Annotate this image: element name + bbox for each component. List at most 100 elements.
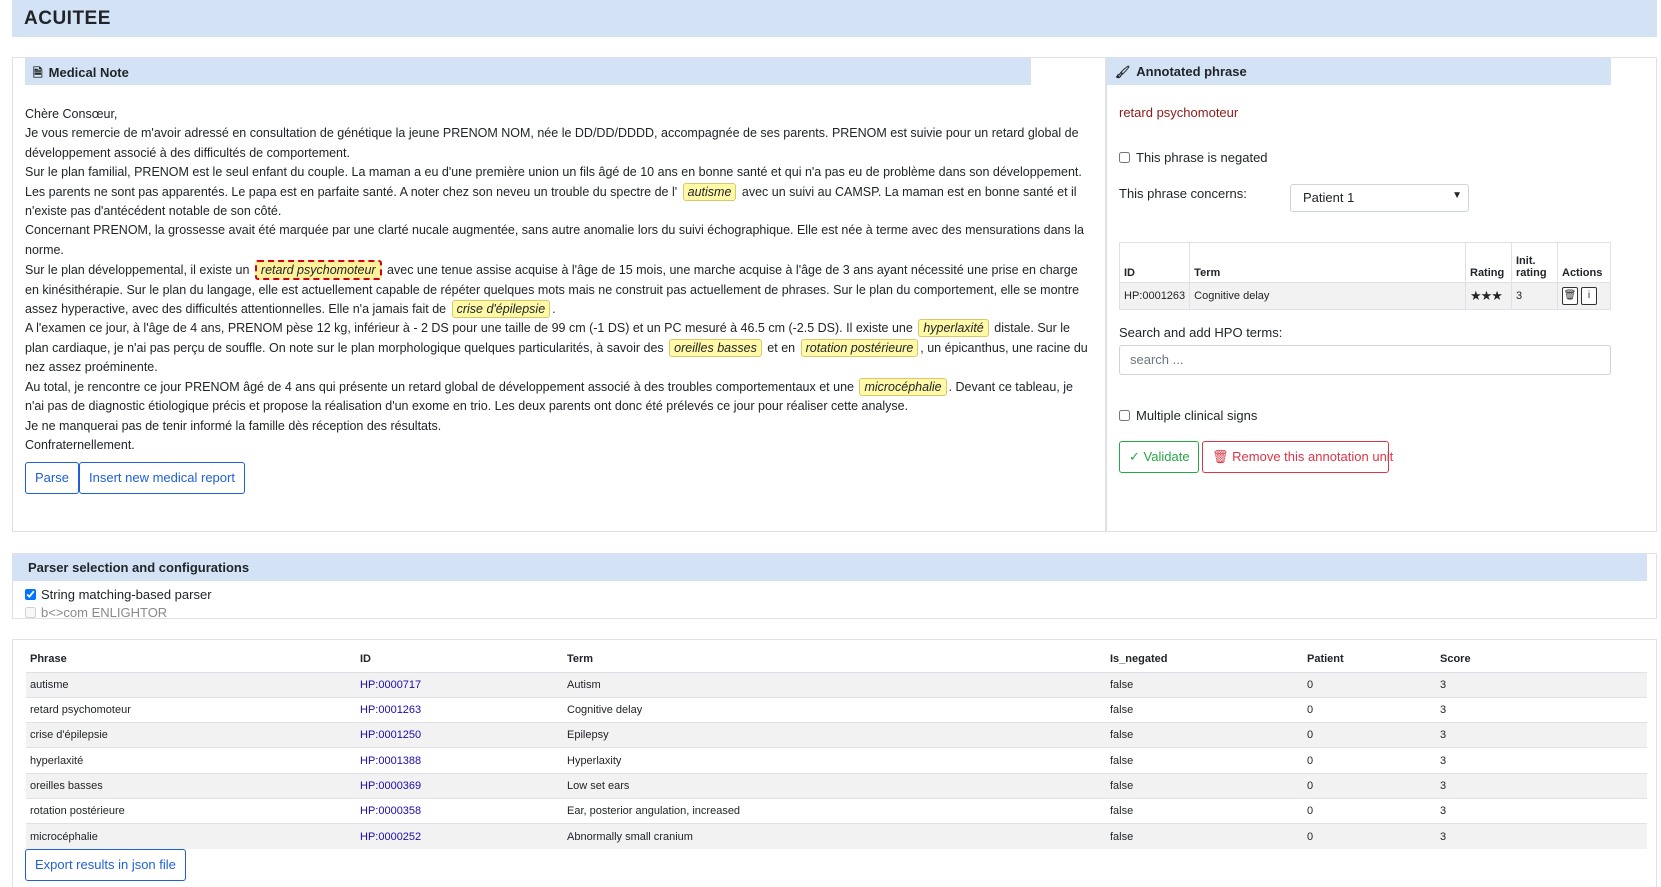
result-negated: false — [1106, 671, 1303, 698]
col-term: Term — [567, 652, 594, 665]
annotation-header: 🖌 Annotated phrase — [1107, 58, 1611, 85]
medical-note-header: 🗎 Medical Note — [25, 58, 1031, 85]
note-text-segment: Concernant PRENOM, la grossesse avait ét… — [25, 223, 1084, 257]
validate-button[interactable]: ✓ Validate — [1119, 441, 1199, 473]
result-hpo-id[interactable]: HP:0001263 — [356, 696, 563, 723]
multiple-signs-checkbox[interactable] — [1119, 410, 1130, 421]
multiple-signs-label: Multiple clinical signs — [1136, 408, 1258, 423]
table-row: HP:0001263 Cognitive delay ★★★ 3 🗑 i — [1118, 282, 1611, 310]
result-score: 3 — [1436, 671, 1647, 698]
highlighted-phrase[interactable]: retard psychomoteur — [254, 260, 382, 281]
result-negated: false — [1106, 696, 1303, 723]
note-text-segment: . — [552, 302, 556, 317]
highlighted-phrase[interactable]: autisme — [682, 182, 737, 201]
result-patient: 0 — [1303, 696, 1436, 723]
enlightor-label: b<>com ENLIGHTOR — [41, 605, 168, 620]
result-score: 3 — [1436, 722, 1647, 748]
concerns-label: This phrase concerns: — [1119, 186, 1247, 201]
export-json-button[interactable]: Export results in json file — [25, 849, 186, 881]
result-phrase: autisme — [26, 671, 356, 698]
table-row: retard psychomoteur HP:0001263 Cognitive d… — [26, 696, 1647, 723]
result-patient: 0 — [1303, 823, 1436, 850]
result-patient: 0 — [1303, 747, 1436, 774]
remove-annotation-button[interactable]: 🗑 Remove this annotation unit — [1202, 441, 1393, 473]
validate-label: Validate — [1143, 449, 1190, 464]
highlighted-phrase[interactable]: oreilles basses — [669, 338, 762, 357]
parse-button[interactable]: Parse — [25, 462, 79, 494]
trash-icon[interactable]: 🗑 — [1562, 287, 1578, 305]
search-input[interactable]: search ... — [1119, 345, 1611, 375]
note-text-segment: A l'examen ce jour, à l'âge de 4 ans, PR… — [25, 321, 917, 336]
result-phrase: retard psychomoteur — [26, 696, 356, 723]
remove-label: Remove this annotation unit — [1232, 449, 1394, 464]
parser-header: Parser selection and configurations — [13, 554, 1647, 581]
parser-option-enlightor: b<>com ENLIGHTOR — [25, 605, 167, 620]
col-id: ID — [360, 652, 371, 665]
result-negated: false — [1106, 722, 1303, 748]
table-row: autisme HP:0000717 Autism false 0 3 — [26, 671, 1647, 698]
result-term: Abnormally small cranium — [563, 823, 1106, 850]
concerns-value: Patient 1 — [1303, 190, 1355, 205]
table-row: hyperlaxité HP:0001388 Hyperlaxity false 0 3 — [26, 747, 1647, 774]
parser-option-string-matching[interactable]: String matching-based parser — [25, 587, 212, 602]
note-text-segment: et en — [763, 340, 799, 355]
rating-stars[interactable]: ★★★ — [1465, 282, 1512, 310]
annotation-title: Annotated phrase — [1136, 64, 1247, 79]
result-negated: false — [1106, 772, 1303, 799]
result-hpo-id[interactable]: HP:0001388 — [356, 747, 563, 774]
pen-icon: 🖌 — [1115, 65, 1131, 79]
string-matching-checkbox[interactable] — [25, 589, 36, 600]
negated-label: This phrase is negated — [1136, 150, 1268, 165]
table-row: microcéphalie HP:0000252 Abnormally small … — [26, 823, 1647, 850]
hpo-term: Cognitive delay — [1189, 282, 1466, 310]
search-label: Search and add HPO terms: — [1119, 325, 1283, 340]
result-negated: false — [1106, 747, 1303, 774]
result-phrase: rotation postérieure — [26, 797, 356, 824]
check-icon: ✓ — [1129, 449, 1140, 464]
concerns-select[interactable]: Patient 1 ▼ — [1290, 184, 1469, 212]
negated-row[interactable]: This phrase is negated — [1119, 150, 1268, 165]
info-icon[interactable]: i — [1581, 287, 1597, 305]
highlighted-phrase[interactable]: microcéphalie — [859, 377, 947, 396]
result-phrase: oreilles basses — [26, 772, 356, 799]
chevron-down-icon: ▼ — [1452, 190, 1462, 201]
result-hpo-id[interactable]: HP:0000358 — [356, 797, 563, 824]
result-hpo-id[interactable]: HP:0001250 — [356, 722, 563, 748]
highlighted-phrase[interactable]: hyperlaxité — [918, 319, 989, 338]
multiple-signs-row[interactable]: Multiple clinical signs — [1119, 408, 1257, 423]
file-icon: 🗎 — [33, 66, 43, 80]
actions-cell: 🗑 i — [1557, 282, 1611, 310]
result-term: Ear, posterior angulation, increased — [563, 797, 1106, 824]
col-phrase: Phrase — [30, 652, 67, 665]
medical-note-title: Medical Note — [48, 65, 129, 80]
col-term: Term — [1189, 242, 1466, 283]
result-hpo-id[interactable]: HP:0000252 — [356, 823, 563, 850]
result-negated: false — [1106, 823, 1303, 850]
string-matching-label: String matching-based parser — [41, 587, 212, 602]
result-score: 3 — [1436, 747, 1647, 774]
app-title: ACUITEE — [12, 0, 1657, 37]
result-patient: 0 — [1303, 671, 1436, 698]
annotation-panel: 🖌 Annotated phrase retard psychomoteur Th… — [1106, 57, 1657, 532]
col-rating: Rating — [1465, 242, 1512, 283]
results-table: Phrase ID Term Is_negated Patient Score … — [26, 646, 1647, 850]
results-panel: Phrase ID Term Is_negated Patient Score … — [12, 639, 1657, 887]
result-phrase: microcéphalie — [26, 823, 356, 850]
medical-note-panel: 🗎 Medical Note Chère Consœur, Je vous reme… — [12, 57, 1106, 532]
highlighted-phrase[interactable]: rotation postérieure — [800, 338, 919, 357]
col-init-rating: Init. rating — [1511, 242, 1558, 283]
col-is-negated: Is_negated — [1110, 652, 1168, 665]
hpo-terms-table: ID Term Rating Init. rating Actions HP:0… — [1118, 242, 1611, 310]
result-patient: 0 — [1303, 797, 1436, 824]
result-hpo-id[interactable]: HP:0000717 — [356, 671, 563, 698]
result-term: Autism — [563, 671, 1106, 698]
result-score: 3 — [1436, 772, 1647, 799]
result-term: Hyperlaxity — [563, 747, 1106, 774]
result-hpo-id[interactable]: HP:0000369 — [356, 772, 563, 799]
enlightor-checkbox — [25, 607, 36, 618]
highlighted-phrase[interactable]: crise d'épilepsie — [451, 300, 551, 319]
col-score: Score — [1440, 652, 1471, 665]
negated-checkbox[interactable] — [1119, 152, 1130, 163]
trash-icon: 🗑 — [1212, 449, 1229, 464]
insert-report-button[interactable]: Insert new medical report — [79, 462, 245, 494]
